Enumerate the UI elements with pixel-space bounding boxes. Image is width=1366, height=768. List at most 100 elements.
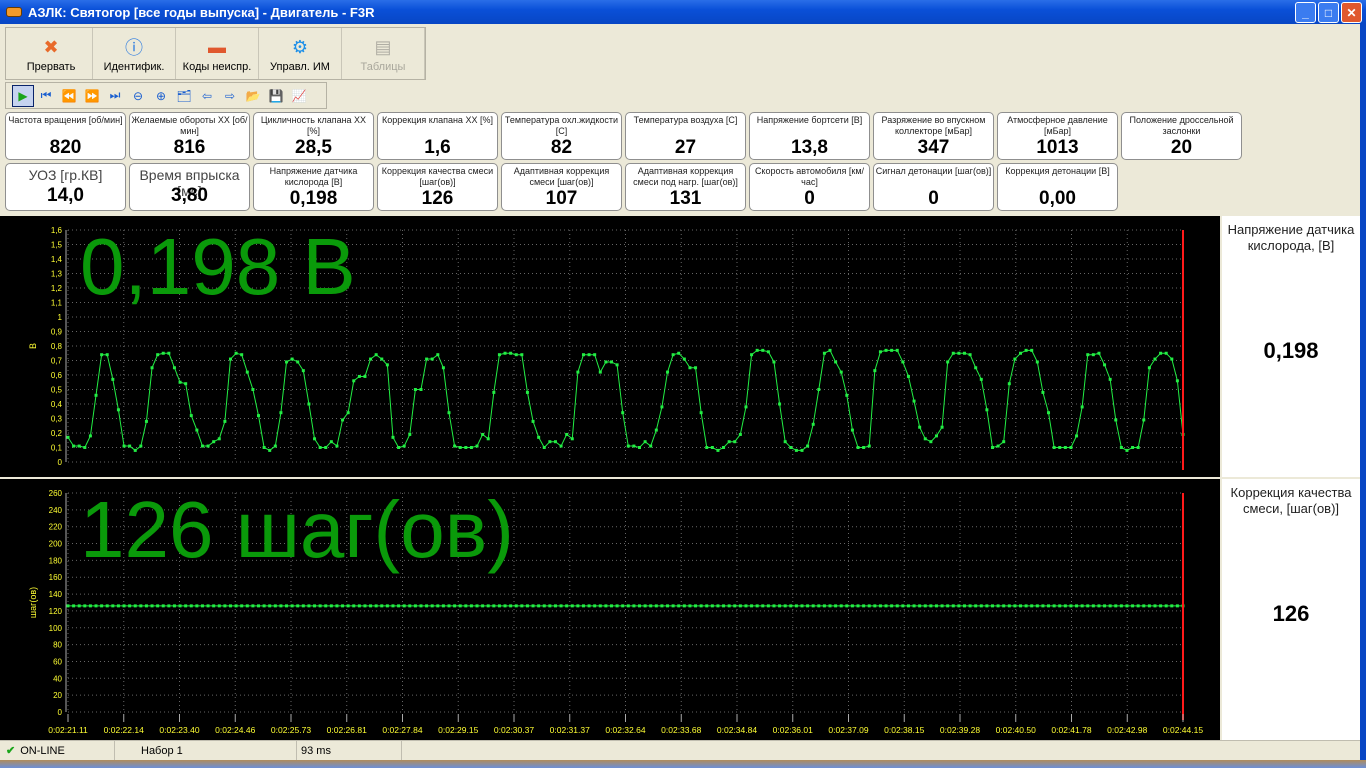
zoom-in-button[interactable]: ⊕ xyxy=(150,85,172,107)
window-border xyxy=(1360,24,1366,760)
data-point xyxy=(385,604,389,608)
y-tick-label: 260 xyxy=(49,489,63,498)
data-point xyxy=(621,411,625,415)
param-card[interactable]: Коррекция детонации [В] 0,00 xyxy=(997,163,1118,211)
data-point xyxy=(335,444,339,448)
import-button[interactable]: ⇦ xyxy=(196,85,218,107)
engine-icon: ▬ xyxy=(208,36,226,57)
data-point xyxy=(88,604,92,608)
export-button[interactable]: ⇨ xyxy=(219,85,241,107)
x-tick-label: 0:02:21.11 xyxy=(48,725,88,735)
data-point xyxy=(313,604,317,608)
skip-first-button[interactable]: ⏮ xyxy=(35,85,57,107)
save-button[interactable]: 💾 xyxy=(265,85,287,107)
data-point xyxy=(447,604,451,608)
import-icon: ⇦ xyxy=(201,88,213,103)
data-point xyxy=(441,604,445,608)
fast-forward-button[interactable]: ⏩ xyxy=(81,85,103,107)
data-point xyxy=(912,604,916,608)
data-point xyxy=(929,440,933,444)
x-tick-label: 0:02:42.98 xyxy=(1107,725,1147,735)
toolbar-button-gear[interactable]: ⚙ Управл. ИМ xyxy=(259,28,342,79)
rewind-button[interactable]: ⏪ xyxy=(58,85,80,107)
param-value: 13,8 xyxy=(791,137,828,158)
data-point xyxy=(436,604,440,608)
param-card[interactable]: Адаптивная коррекция смеси под нагр. [ша… xyxy=(625,163,746,211)
param-card[interactable]: УОЗ [гр.КВ] 14,0 xyxy=(5,163,126,211)
data-point xyxy=(974,366,978,370)
data-point xyxy=(290,604,294,608)
param-card[interactable]: Температура воздуха [С] 27 xyxy=(625,112,746,160)
data-point xyxy=(1086,353,1090,357)
x-tick-label: 0:02:33.68 xyxy=(661,725,701,735)
param-card[interactable]: Сигнал детонации [шаг(ов)] 0 xyxy=(873,163,994,211)
param-card[interactable]: Напряжение датчика кислорода [В] 0,198 xyxy=(253,163,374,211)
toolbar-button-engine[interactable]: ▬ Коды неиспр. xyxy=(176,28,259,79)
data-point xyxy=(856,446,860,449)
data-point xyxy=(828,604,832,608)
param-card[interactable]: Скорость автомобиля [км/час] 0 xyxy=(749,163,870,211)
param-value: 107 xyxy=(545,188,578,209)
data-point xyxy=(677,351,681,355)
y-tick-label: 0,5 xyxy=(51,386,63,395)
data-point xyxy=(509,604,513,608)
data-point xyxy=(1080,604,1084,608)
table-icon: ▤ xyxy=(374,36,392,57)
data-point xyxy=(503,351,507,355)
data-point xyxy=(525,604,529,608)
param-card[interactable]: Напряжение бортсети [В] 13,8 xyxy=(749,112,870,160)
param-label: Частота вращения [об/мин] xyxy=(8,115,123,125)
data-point xyxy=(161,604,165,608)
close-button[interactable]: ✕ xyxy=(1341,2,1362,23)
data-point xyxy=(469,446,473,449)
data-point xyxy=(1114,418,1118,422)
data-point xyxy=(783,440,787,444)
play-button[interactable]: ▶ xyxy=(12,84,34,107)
chart-button[interactable]: 📈 xyxy=(288,85,310,107)
data-point xyxy=(553,440,557,444)
data-point xyxy=(369,357,373,361)
playback-toolbar: ▶ ⏮ ⏪ ⏩ ⏭ ⊖ ⊕ 🗂 ⇦ ⇨ 📂 💾 📈 xyxy=(5,82,327,109)
param-card[interactable]: Желаемые обороты ХХ [об/мин] 816 xyxy=(129,112,250,160)
zoom-out-button[interactable]: ⊖ xyxy=(127,85,149,107)
data-point xyxy=(217,437,221,441)
param-card[interactable]: Адаптивная коррекция смеси [шаг(ов)] 107 xyxy=(501,163,622,211)
data-point xyxy=(1069,446,1073,449)
y-tick-label: 240 xyxy=(49,506,63,515)
param-card[interactable]: Положение дроссельной заслонки 20 xyxy=(1121,112,1242,160)
data-point xyxy=(1063,604,1067,608)
data-point xyxy=(828,348,832,352)
param-card[interactable]: Частота вращения [об/мин] 820 xyxy=(5,112,126,160)
data-point xyxy=(1136,446,1140,449)
param-card[interactable]: Температура охл.жидкости [С] 82 xyxy=(501,112,622,160)
data-point xyxy=(761,348,765,352)
data-point xyxy=(850,604,854,608)
x-tick-label: 0:02:26.81 xyxy=(327,725,367,735)
data-point xyxy=(1047,411,1051,415)
param-card[interactable]: Атмосферное давление [мБар] 1013 xyxy=(997,112,1118,160)
param-card[interactable]: Разряжение во впускном коллекторе [мБар]… xyxy=(873,112,994,160)
data-point xyxy=(716,448,720,452)
data-point xyxy=(374,604,378,608)
param-label: Температура воздуха [С] xyxy=(633,115,738,125)
data-point xyxy=(1131,446,1135,449)
data-point xyxy=(240,604,244,608)
param-card[interactable]: Коррекция клапана ХХ [%] 1,6 xyxy=(377,112,498,160)
data-point xyxy=(251,388,255,391)
toolbar-button-disconnect[interactable]: ✖ Прервать xyxy=(10,28,93,79)
param-card[interactable]: Коррекция качества смеси [шаг(ов)] 126 xyxy=(377,163,498,211)
data-point xyxy=(268,448,272,452)
param-card[interactable]: Цикличность клапана ХХ [%] 28,5 xyxy=(253,112,374,160)
mixture-correction-chart: 0 20 40 60 80 100 120 140 160 180 200 220 240 260 шаг(… xyxy=(0,479,1220,740)
y-axis-label: В xyxy=(28,343,38,349)
open-folder-button[interactable]: 📂 xyxy=(242,85,264,107)
minimize-button[interactable]: _ xyxy=(1295,2,1316,23)
data-point xyxy=(195,604,199,608)
folders-button[interactable]: 🗂 xyxy=(173,85,195,107)
toolbar-button-info[interactable]: ⓘ Идентифик. xyxy=(93,28,176,79)
maximize-button[interactable]: □ xyxy=(1318,2,1339,23)
param-label: Положение дроссельной заслонки xyxy=(1129,115,1234,136)
skip-last-button[interactable]: ⏭ xyxy=(104,85,126,107)
param-card[interactable]: Время впрыска [мс] 3,80 xyxy=(129,163,250,211)
data-point xyxy=(492,390,496,394)
